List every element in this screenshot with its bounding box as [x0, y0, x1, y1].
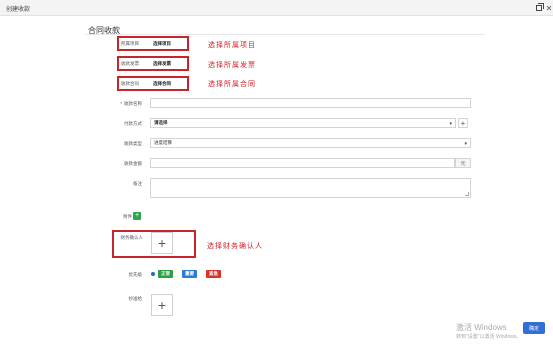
plus-icon: + [157, 235, 167, 251]
annotation-project: 选择所属项目 [208, 41, 256, 49]
type-value: 进度结算 [154, 140, 172, 145]
plus-icon: + [134, 212, 140, 219]
cc-label: 抄送给 [128, 296, 143, 301]
attachment-label: 附件 [123, 214, 132, 219]
type-select[interactable]: 进度结算 ▾ [150, 138, 471, 148]
priority-urgent[interactable]: 紧急 [206, 270, 221, 278]
priority-label: 优先级 [128, 272, 143, 277]
window-title: 创建收款 [6, 7, 31, 13]
contract-label: 收款合同 [121, 81, 139, 86]
remark-label: 备注 [133, 181, 142, 186]
restore-icon [536, 3, 544, 11]
section-divider [85, 34, 485, 35]
add-finance-confirmer-button[interactable]: + [151, 232, 173, 254]
finance-confirmer-label: 财务确认人 [120, 235, 144, 240]
select-project-button[interactable]: 选择项目 [153, 41, 171, 47]
annotation-finance: 选择财务确认人 [207, 242, 263, 250]
window-titlebar: 创建收款 ✕ [0, 0, 553, 16]
close-button[interactable]: ✕ [544, 3, 553, 13]
annotation-contract: 选择所属合同 [208, 80, 256, 88]
payment-method-select[interactable]: 请选择 ▾ [150, 118, 456, 128]
resize-handle-icon[interactable] [465, 192, 469, 196]
add-attachment-button[interactable]: + [133, 212, 141, 220]
payment-method-value: 请选择 [154, 120, 168, 125]
type-label: 收款类型 [124, 141, 142, 146]
amount-label: 收款金额 [124, 161, 142, 166]
select-contract-button[interactable]: 选择合同 [153, 81, 171, 87]
add-cc-button[interactable]: + [151, 294, 173, 316]
select-invoice-button[interactable]: 选择发票 [153, 61, 171, 67]
amount-unit: 元 [455, 158, 471, 168]
name-label: * 收款名称 [120, 101, 142, 106]
invoice-label: 收款发票 [121, 61, 139, 66]
priority-normal[interactable]: 正常 [158, 270, 173, 278]
annotation-invoice: 选择所属发票 [208, 61, 256, 69]
caret-down-icon: ▾ [449, 121, 452, 127]
windows-watermark-subtitle: 转到"设置"以激活 Windows。 [456, 334, 522, 340]
restore-button[interactable] [534, 3, 544, 13]
priority-radio[interactable] [151, 272, 155, 276]
caret-down-icon: ▾ [464, 141, 467, 147]
windows-watermark-title: 激活 Windows [456, 323, 507, 332]
payment-method-label: 付款方式 [124, 121, 142, 126]
amount-input[interactable] [150, 158, 455, 168]
close-icon: ✕ [545, 3, 553, 13]
priority-important[interactable]: 重要 [182, 270, 197, 278]
confirm-button[interactable]: 确定 [523, 322, 545, 334]
remark-textarea[interactable] [150, 178, 471, 198]
add-payment-method-button[interactable]: + [458, 118, 468, 128]
project-label: 所属项目 [121, 41, 139, 46]
name-input[interactable] [150, 98, 471, 108]
plus-icon: + [157, 297, 167, 313]
plus-icon: + [460, 118, 466, 128]
